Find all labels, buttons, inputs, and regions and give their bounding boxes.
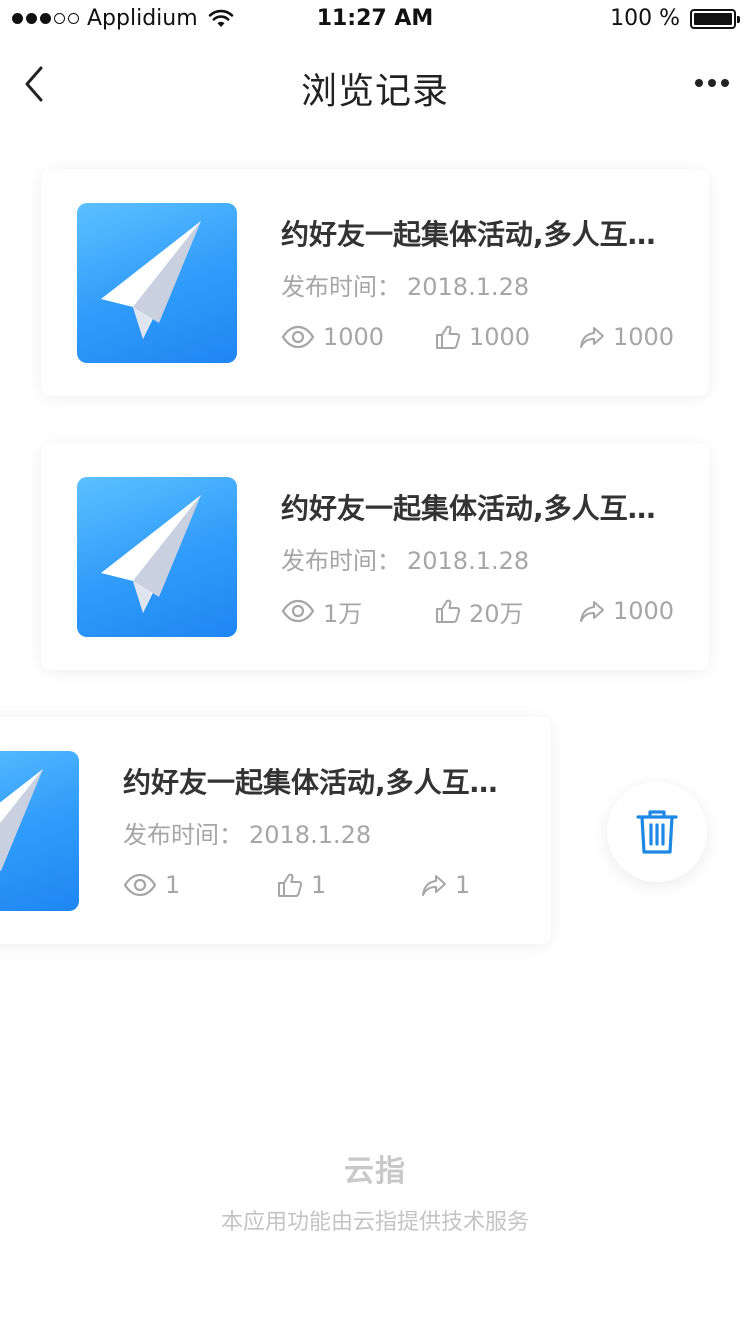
publish-date-label: 发布时间： xyxy=(123,821,243,849)
share-count-value: 1000 xyxy=(613,597,675,625)
paper-plane-icon xyxy=(101,495,201,613)
publish-date-label: 发布时间： xyxy=(281,273,401,301)
activity-thumbnail xyxy=(0,751,79,911)
share-count[interactable]: 1000 xyxy=(579,319,674,355)
share-arrow-icon xyxy=(422,875,446,896)
publish-date-value: 2018.1.28 xyxy=(407,547,530,575)
share-arrow-icon xyxy=(580,327,604,348)
battery-percent: 100 % xyxy=(610,6,680,31)
card-stats: 1万 20万 1000 xyxy=(281,593,681,629)
browsing-history-page: Applidium 11:27 AM 100 % 浏览记录 约好友一起集体活动,… xyxy=(0,0,750,1334)
publish-date: 发布时间： 2018.1.28 xyxy=(123,815,371,850)
like-count[interactable]: 1000 xyxy=(435,319,530,355)
eye-icon xyxy=(123,873,157,897)
card-stats: 1000 1000 1000 xyxy=(281,319,681,355)
history-card-swiped[interactable]: 约好友一起集体活动,多人互动活动 发布时间： 2018.1.28 1 1 1 xyxy=(0,717,551,944)
status-right: 100 % xyxy=(610,6,740,31)
share-count-value: 1 xyxy=(455,871,471,899)
card-stats: 1 1 1 xyxy=(123,867,523,903)
like-count[interactable]: 20万 xyxy=(435,593,524,629)
thumbs-up-icon xyxy=(436,599,461,623)
footer-credit: 本应用功能由云指提供技术服务 xyxy=(220,1210,529,1235)
like-count[interactable]: 1 xyxy=(277,867,326,903)
more-dots-icon xyxy=(695,79,703,87)
view-count-value: 1万 xyxy=(323,599,363,628)
navigation-bar: 浏览记录 xyxy=(0,40,750,136)
card-title: 约好友一起集体活动,多人互动活动 xyxy=(123,766,523,799)
like-count-value: 1000 xyxy=(469,323,531,351)
footer-logo: 云指 xyxy=(344,1154,406,1189)
view-count: 1万 xyxy=(281,593,362,629)
thumbs-up-icon xyxy=(278,873,303,897)
publish-date-value: 2018.1.28 xyxy=(407,273,530,301)
paper-plane-icon xyxy=(0,769,43,871)
publish-date-value: 2018.1.28 xyxy=(249,821,372,849)
eye-icon xyxy=(281,599,315,623)
paper-plane-icon xyxy=(101,221,201,339)
eye-icon xyxy=(281,325,315,349)
view-count-value: 1 xyxy=(165,871,181,899)
page-title: 浏览记录 xyxy=(300,71,449,112)
more-button[interactable] xyxy=(692,68,732,98)
status-bar: Applidium 11:27 AM 100 % xyxy=(0,0,750,40)
view-count: 1000 xyxy=(281,319,384,355)
publish-date: 发布时间： 2018.1.28 xyxy=(281,267,529,302)
view-count: 1 xyxy=(123,867,180,903)
card-title: 约好友一起集体活动,多人互动活动 xyxy=(281,492,681,525)
share-count[interactable]: 1000 xyxy=(579,593,674,629)
trash-icon xyxy=(636,810,678,854)
activity-thumbnail xyxy=(77,203,237,363)
thumbs-up-icon xyxy=(436,325,461,349)
share-arrow-icon xyxy=(580,601,604,622)
like-count-value: 1 xyxy=(311,871,327,899)
activity-thumbnail xyxy=(77,477,237,637)
history-card[interactable]: 约好友一起集体活动,多人互动活动 发布时间： 2018.1.28 1000 100… xyxy=(41,169,709,396)
share-count[interactable]: 1 xyxy=(421,867,470,903)
history-card[interactable]: 约好友一起集体活动,多人互动活动 发布时间：2018.1.28 1万 20万 xyxy=(41,443,709,670)
like-count-value: 20万 xyxy=(469,599,524,628)
view-count-value: 1000 xyxy=(323,323,385,351)
battery-icon xyxy=(690,8,740,29)
delete-button[interactable] xyxy=(607,782,707,882)
share-count-value: 1000 xyxy=(613,323,675,351)
card-title: 约好友一起集体活动,多人互动活动 xyxy=(281,218,681,251)
publish-date: 发布时间： 2018.1.28 xyxy=(281,541,529,576)
publish-date-label: 发布时间： xyxy=(281,547,401,575)
